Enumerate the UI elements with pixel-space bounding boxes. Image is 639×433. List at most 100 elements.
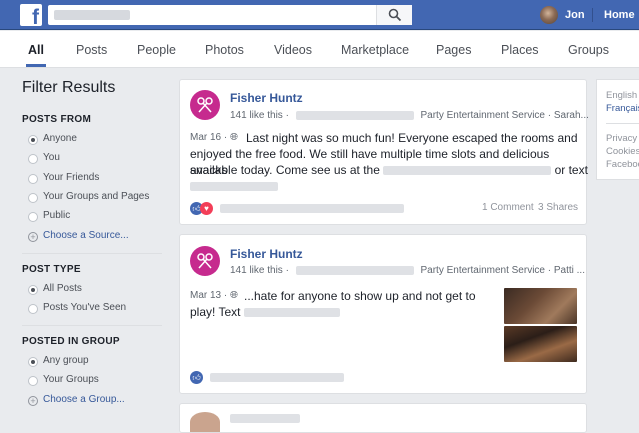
avatar[interactable] — [190, 412, 220, 432]
like-reaction-icon: 👍︎ — [190, 371, 203, 385]
post-date[interactable]: Mar 13 · 🌐︎ — [190, 290, 238, 301]
text-part: play! Text — [190, 305, 241, 319]
redacted-text — [383, 166, 552, 176]
post-card — [179, 403, 587, 433]
radio-icon — [28, 212, 38, 222]
reactions-bar[interactable]: 👍︎ — [190, 370, 345, 385]
like-count: 141 like this · — [230, 110, 289, 121]
top-navigation-bar: f Jon Home — [0, 0, 639, 30]
posts-from-groups-pages[interactable]: Your Groups and Pages — [28, 191, 178, 205]
search-tabs: All Posts People Photos Videos Marketpla… — [0, 31, 639, 68]
group-yours[interactable]: Your Groups — [28, 374, 178, 388]
facebook-logo-icon[interactable]: f — [20, 4, 42, 29]
option-label: Choose a Group... — [43, 394, 125, 405]
search-query-redacted — [54, 10, 130, 20]
page-avatar[interactable] — [190, 246, 220, 276]
tab-pages[interactable]: Pages — [436, 43, 471, 57]
facebook-footer-text: Facebook — [606, 159, 639, 170]
language-link[interactable]: Français — [606, 103, 639, 114]
post-text-line: Last night was so much fun! Everyone esc… — [246, 131, 578, 145]
filter-title: Filter Results — [22, 79, 116, 96]
radio-icon — [28, 376, 38, 386]
post-author[interactable]: Fisher Huntz — [230, 247, 303, 261]
choose-group-link[interactable]: + Choose a Group... — [28, 394, 178, 408]
home-link[interactable]: Home — [604, 9, 635, 21]
option-label: Posts You've Seen — [43, 302, 127, 313]
post-photo[interactable] — [504, 326, 577, 362]
post-text-line: ...hate for anyone to show up and not ge… — [244, 289, 476, 303]
choose-source-link[interactable]: + Choose a Source... — [28, 230, 178, 244]
page-avatar[interactable] — [190, 90, 220, 120]
post-type-all[interactable]: All Posts — [28, 283, 178, 297]
post-author[interactable]: Fisher Huntz — [230, 91, 303, 105]
posts-from-your-friends[interactable]: Your Friends — [28, 172, 178, 186]
date-text: Mar 13 · — [190, 290, 228, 301]
option-label: Your Groups — [43, 374, 99, 385]
post-card: Fisher Huntz 141 like this · Party Enter… — [179, 234, 587, 394]
option-label: You — [43, 152, 60, 163]
comment-count[interactable]: 1 Comment — [482, 202, 534, 213]
posted-in-group-heading: POSTED IN GROUP — [22, 336, 120, 347]
plus-icon: + — [28, 232, 38, 242]
facebook-logo-letter: f — [32, 6, 39, 29]
posts-from-heading: POSTS FROM — [22, 114, 92, 125]
date-text: Mar 16 · — [190, 132, 228, 143]
plus-icon: + — [28, 396, 38, 406]
redacted-text — [220, 204, 405, 214]
radio-icon — [28, 304, 38, 314]
redacted-text — [210, 373, 345, 383]
tab-photos[interactable]: Photos — [205, 43, 244, 57]
user-name: Jon — [565, 9, 585, 21]
radio-icon — [28, 357, 38, 367]
posts-from-anyone[interactable]: Anyone — [28, 133, 178, 147]
tab-places[interactable]: Places — [501, 43, 539, 57]
posts-from-you[interactable]: You — [28, 152, 178, 166]
panel-divider — [606, 123, 639, 124]
tab-videos[interactable]: Videos — [274, 43, 312, 57]
share-count[interactable]: 3 Shares — [538, 202, 578, 213]
post-card: Fisher Huntz 141 like this · Party Enter… — [179, 79, 589, 225]
posts-from-public[interactable]: Public — [28, 210, 178, 224]
group-any[interactable]: Any group — [28, 355, 178, 369]
text-part: available today. Come see us at the — [190, 163, 380, 177]
option-label: Any group — [43, 355, 89, 366]
redacted-text — [190, 182, 278, 192]
radio-icon — [28, 285, 38, 295]
tab-all[interactable]: All — [28, 43, 44, 57]
option-label: Anyone — [43, 133, 77, 144]
post-text-line — [190, 178, 278, 194]
post-meta: 141 like this · Party Entertainment Serv… — [230, 265, 585, 276]
search-input[interactable] — [48, 5, 412, 25]
radio-icon — [28, 193, 38, 203]
redacted-text — [230, 414, 300, 423]
radio-icon — [28, 135, 38, 145]
redacted-text — [295, 265, 414, 275]
redacted-text — [295, 110, 414, 120]
post-photo[interactable] — [504, 288, 577, 324]
reactions-bar[interactable]: 👍︎ ♥ — [190, 201, 405, 216]
globe-icon: 🌐︎ — [230, 132, 239, 143]
section-divider — [22, 253, 162, 254]
post-date[interactable]: Mar 16 · 🌐︎ — [190, 132, 238, 143]
love-reaction-icon: ♥ — [200, 202, 213, 216]
radio-icon — [28, 174, 38, 184]
post-text-line: available today. Come see us at the or t… — [190, 162, 588, 178]
tab-posts[interactable]: Posts — [76, 43, 107, 57]
tab-marketplace[interactable]: Marketplace — [341, 43, 409, 57]
tab-people[interactable]: People — [137, 43, 176, 57]
section-divider — [22, 325, 162, 326]
search-button[interactable] — [376, 5, 412, 25]
keys-logo-icon — [197, 97, 213, 113]
tab-groups[interactable]: Groups — [568, 43, 609, 57]
filter-sidebar: Filter Results POSTS FROM Anyone You You… — [0, 68, 170, 426]
post-type-heading: POST TYPE — [22, 264, 81, 275]
post-type-seen[interactable]: Posts You've Seen — [28, 302, 178, 316]
like-count: 141 like this · — [230, 265, 289, 276]
globe-icon: 🌐︎ — [230, 290, 239, 301]
post-text-line: play! Text — [190, 304, 340, 320]
cookies-link[interactable]: Cookies — [606, 146, 639, 157]
privacy-link[interactable]: Privacy — [606, 133, 637, 144]
post-meta: 141 like this · Party Entertainment Serv… — [230, 110, 589, 121]
option-label: All Posts — [43, 283, 82, 294]
text-part: or text — [554, 163, 588, 177]
